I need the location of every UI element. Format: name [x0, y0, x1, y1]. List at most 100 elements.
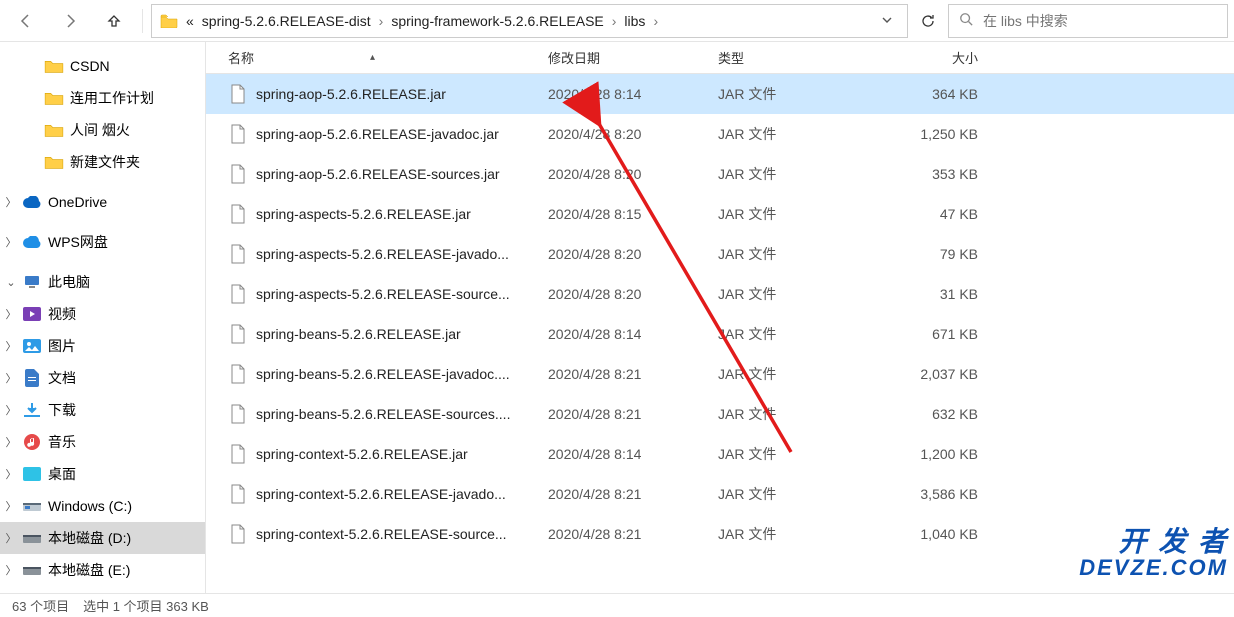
file-name: spring-beans-5.2.6.RELEASE.jar: [256, 326, 548, 342]
tree-item-documents[interactable]: 〉文档: [0, 362, 205, 394]
file-type: JAR 文件: [718, 244, 878, 264]
file-row[interactable]: spring-beans-5.2.6.RELEASE-sources....20…: [206, 394, 1234, 434]
nav-back-button[interactable]: [6, 5, 46, 37]
file-name: spring-beans-5.2.6.RELEASE-javadoc....: [256, 366, 548, 382]
file-row[interactable]: spring-aop-5.2.6.RELEASE-sources.jar2020…: [206, 154, 1234, 194]
file-icon: [228, 204, 248, 224]
tree-item-wps[interactable]: 〉WPS网盘: [0, 226, 205, 258]
file-row[interactable]: spring-context-5.2.6.RELEASE.jar2020/4/2…: [206, 434, 1234, 474]
expand-icon[interactable]: 〉: [0, 306, 22, 322]
nav-up-button[interactable]: [94, 5, 134, 37]
column-header-date[interactable]: 修改日期: [548, 48, 718, 67]
file-row[interactable]: spring-aspects-5.2.6.RELEASE-javado...20…: [206, 234, 1234, 274]
breadcrumb-seg[interactable]: spring-5.2.6.RELEASE-dist: [202, 13, 371, 29]
expand-icon[interactable]: 〉: [0, 402, 22, 418]
folder-icon: [160, 12, 178, 30]
file-list-pane: 名称▴ 修改日期 类型 大小 spring-aop-5.2.6.RELEASE.…: [205, 42, 1234, 593]
monitor-icon: [22, 272, 42, 292]
tree-label: CSDN: [70, 58, 110, 74]
file-row[interactable]: spring-beans-5.2.6.RELEASE.jar2020/4/28 …: [206, 314, 1234, 354]
expand-icon[interactable]: 〉: [0, 434, 22, 450]
breadcrumb-ellipsis[interactable]: «: [186, 13, 194, 29]
file-type: JAR 文件: [718, 324, 878, 344]
expand-icon[interactable]: 〉: [0, 498, 22, 514]
file-row[interactable]: spring-aspects-5.2.6.RELEASE-source...20…: [206, 274, 1234, 314]
tree-item-folder[interactable]: 新建文件夹: [0, 146, 205, 178]
desktop-icon: [22, 464, 42, 484]
tree-item-pictures[interactable]: 〉 图片: [0, 330, 205, 362]
separator: [142, 9, 143, 33]
tree-item-folder[interactable]: 人间 烟火: [0, 114, 205, 146]
folder-icon: [44, 120, 64, 140]
file-size: 79 KB: [878, 246, 998, 262]
search-icon: [959, 12, 973, 29]
file-icon: [228, 484, 248, 504]
file-row[interactable]: spring-aop-5.2.6.RELEASE-javadoc.jar2020…: [206, 114, 1234, 154]
file-date: 2020/4/28 8:20: [548, 126, 718, 142]
status-item-count: 63 个项目: [12, 596, 69, 615]
file-date: 2020/4/28 8:14: [548, 86, 718, 102]
cloud-icon: [22, 192, 42, 212]
tree-item-this-pc[interactable]: ⌄此电脑: [0, 266, 205, 298]
chevron-right-icon: ›: [653, 13, 658, 29]
column-header-size[interactable]: 大小: [878, 48, 998, 67]
file-date: 2020/4/28 8:21: [548, 526, 718, 542]
tree-label: 图片: [48, 336, 76, 356]
file-size: 31 KB: [878, 286, 998, 302]
chevron-down-icon[interactable]: [875, 13, 899, 29]
breadcrumb-seg[interactable]: libs: [624, 13, 645, 29]
breadcrumb-seg[interactable]: spring-framework-5.2.6.RELEASE: [391, 13, 603, 29]
file-icon: [228, 164, 248, 184]
file-name: spring-context-5.2.6.RELEASE.jar: [256, 446, 548, 462]
tree-label: 新建文件夹: [70, 152, 140, 172]
file-row[interactable]: spring-context-5.2.6.RELEASE-source...20…: [206, 514, 1234, 554]
tree-label: 连用工作计划: [70, 88, 154, 108]
file-size: 632 KB: [878, 406, 998, 422]
expand-icon[interactable]: 〉: [0, 370, 22, 386]
search-box[interactable]: [948, 4, 1228, 38]
search-input[interactable]: [981, 12, 1217, 30]
tree-item-onedrive[interactable]: 〉OneDrive: [0, 186, 205, 218]
file-name: spring-aop-5.2.6.RELEASE.jar: [256, 86, 548, 102]
drive-icon: [22, 496, 42, 516]
expand-icon[interactable]: 〉: [0, 530, 22, 546]
tree-item-drive-d[interactable]: 〉本地磁盘 (D:): [0, 522, 205, 554]
file-row[interactable]: spring-aop-5.2.6.RELEASE.jar2020/4/28 8:…: [206, 74, 1234, 114]
column-header-type[interactable]: 类型: [718, 48, 878, 67]
tree-item-videos[interactable]: 〉视频: [0, 298, 205, 330]
tree-item-drive-c[interactable]: 〉Windows (C:): [0, 490, 205, 522]
file-row[interactable]: spring-context-5.2.6.RELEASE-javado...20…: [206, 474, 1234, 514]
sort-asc-icon: ▴: [370, 52, 375, 63]
expand-icon[interactable]: 〉: [0, 338, 22, 354]
nav-forward-button[interactable]: [50, 5, 90, 37]
expand-icon[interactable]: 〉: [0, 466, 22, 482]
folder-icon: [44, 152, 64, 172]
expand-icon[interactable]: 〉: [0, 562, 22, 578]
expand-icon[interactable]: 〉: [0, 234, 22, 250]
tree-label: 桌面: [48, 464, 76, 484]
file-icon: [228, 284, 248, 304]
tree-item-music[interactable]: 〉音乐: [0, 426, 205, 458]
tree-item-folder[interactable]: CSDN: [0, 50, 205, 82]
column-header-name[interactable]: 名称▴: [228, 48, 548, 67]
file-rows: spring-aop-5.2.6.RELEASE.jar2020/4/28 8:…: [206, 74, 1234, 593]
video-icon: [22, 304, 42, 324]
file-date: 2020/4/28 8:21: [548, 406, 718, 422]
file-type: JAR 文件: [718, 444, 878, 464]
file-name: spring-aop-5.2.6.RELEASE-javadoc.jar: [256, 126, 548, 142]
tree-item-folder[interactable]: 连用工作计划: [0, 82, 205, 114]
refresh-button[interactable]: [912, 4, 944, 38]
file-row[interactable]: spring-aspects-5.2.6.RELEASE.jar2020/4/2…: [206, 194, 1234, 234]
file-name: spring-aspects-5.2.6.RELEASE-javado...: [256, 246, 548, 262]
tree-item-desktop[interactable]: 〉 桌面: [0, 458, 205, 490]
file-type: JAR 文件: [718, 164, 878, 184]
tree-item-drive-e[interactable]: 〉本地磁盘 (E:): [0, 554, 205, 586]
collapse-icon[interactable]: ⌄: [0, 276, 22, 289]
file-row[interactable]: spring-beans-5.2.6.RELEASE-javadoc....20…: [206, 354, 1234, 394]
tree-item-downloads[interactable]: 〉下载: [0, 394, 205, 426]
file-type: JAR 文件: [718, 524, 878, 544]
file-size: 2,037 KB: [878, 366, 998, 382]
expand-icon[interactable]: 〉: [0, 194, 22, 210]
address-bar[interactable]: « spring-5.2.6.RELEASE-dist › spring-fra…: [151, 4, 908, 38]
file-date: 2020/4/28 8:14: [548, 326, 718, 342]
